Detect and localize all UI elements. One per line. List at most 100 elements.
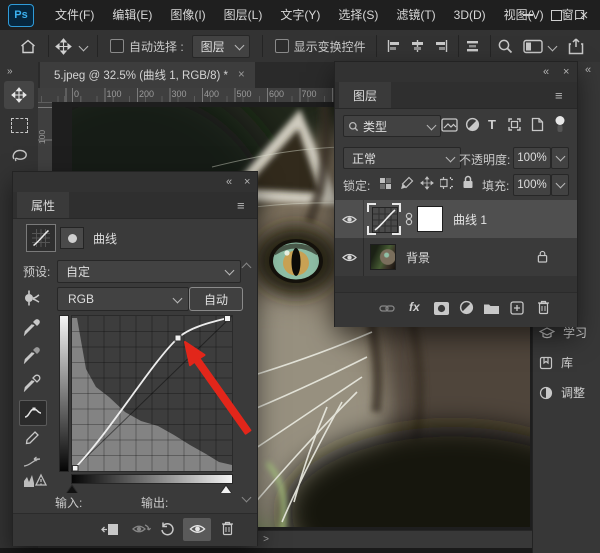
auto-select-target-dropdown[interactable]: 图层 xyxy=(192,35,250,58)
layer-row-background[interactable]: 背景 xyxy=(335,238,577,276)
channel-dropdown[interactable]: RGB xyxy=(57,287,189,311)
menu-3d[interactable]: 3D(D) xyxy=(445,0,495,30)
layer-mask-thumbnail[interactable] xyxy=(417,206,443,232)
menu-image[interactable]: 图像(I) xyxy=(161,0,214,30)
dock-item-libraries[interactable]: 库 xyxy=(539,354,573,371)
black-point-eyedropper-icon[interactable] xyxy=(23,318,41,336)
screen-mode-icon[interactable] xyxy=(523,39,543,54)
preset-dropdown[interactable]: 自定 xyxy=(57,260,241,283)
panel-collapse-icon[interactable]: « xyxy=(226,176,232,188)
tab-properties[interactable]: 属性 xyxy=(17,192,69,218)
new-layer-icon[interactable] xyxy=(510,301,524,315)
toggle-visibility-button[interactable] xyxy=(183,518,211,541)
lock-transparency-icon[interactable] xyxy=(379,177,392,190)
new-adjustment-layer-icon[interactable] xyxy=(459,300,474,315)
menu-file[interactable]: 文件(F) xyxy=(46,0,103,30)
panel-close-icon[interactable]: × xyxy=(244,176,250,188)
distribute-icon[interactable] xyxy=(465,39,480,53)
delete-adjustment-trash-icon[interactable] xyxy=(221,521,234,536)
panel-menu-icon[interactable]: ≡ xyxy=(237,198,245,213)
align-left-edges-icon[interactable] xyxy=(387,39,402,53)
filter-pixel-layers-icon[interactable] xyxy=(441,118,458,132)
curves-adjustment-thumbnail[interactable] xyxy=(367,203,401,235)
layer-filter-type-dropdown[interactable]: 类型 xyxy=(343,115,441,137)
panel-close-icon[interactable]: × xyxy=(563,66,569,78)
move-tool-icon[interactable] xyxy=(55,38,72,55)
delete-layer-trash-icon[interactable] xyxy=(537,300,550,315)
screen-mode-chevron-icon[interactable] xyxy=(547,41,557,51)
opacity-value[interactable]: 100% xyxy=(513,147,551,169)
panel-menu-icon[interactable]: ≡ xyxy=(555,88,563,103)
tools-expand-icon[interactable]: » xyxy=(0,62,38,79)
blend-mode-dropdown[interactable]: 正常 xyxy=(343,147,461,169)
menu-filter[interactable]: 滤镜(T) xyxy=(387,0,444,30)
layer-style-fx-icon[interactable]: fx xyxy=(409,300,420,314)
view-previous-state-icon[interactable] xyxy=(131,522,151,536)
filter-toggle-icon[interactable] xyxy=(554,115,566,134)
reset-adjustment-icon[interactable] xyxy=(160,522,175,537)
dock-collapse-icon[interactable]: « xyxy=(585,64,591,76)
move-tool-chevron-icon[interactable] xyxy=(79,41,89,51)
scroll-up-icon[interactable] xyxy=(242,263,252,273)
auto-select-checkbox[interactable] xyxy=(110,39,124,53)
opacity-dropdown-button[interactable] xyxy=(551,147,569,169)
lock-all-icon[interactable] xyxy=(462,175,474,189)
show-transform-checkbox[interactable] xyxy=(275,39,289,53)
menu-type[interactable]: 文字(Y) xyxy=(271,0,329,30)
auto-button[interactable]: 自动 xyxy=(189,287,243,311)
new-group-folder-icon[interactable] xyxy=(483,302,500,315)
minimize-button[interactable] xyxy=(514,0,542,30)
edit-points-curve-tool[interactable] xyxy=(19,400,47,426)
align-right-edges-icon[interactable] xyxy=(433,39,448,53)
document-tab-close-icon[interactable]: × xyxy=(238,69,245,81)
adjustment-type-label: 曲线 xyxy=(93,230,117,247)
share-export-icon[interactable] xyxy=(568,38,584,55)
home-icon[interactable] xyxy=(20,39,36,54)
layer-name[interactable]: 背景 xyxy=(406,249,430,266)
menu-layer[interactable]: 图层(L) xyxy=(215,0,272,30)
filter-smart-objects-icon[interactable] xyxy=(531,117,544,132)
tool-marquee[interactable] xyxy=(4,111,34,139)
properties-panel-header: « × xyxy=(13,172,257,192)
maximize-button[interactable] xyxy=(542,0,570,30)
shadows-input-slider[interactable] xyxy=(66,484,78,493)
menu-select[interactable]: 选择(S) xyxy=(329,0,387,30)
close-button[interactable]: × xyxy=(570,0,598,30)
tab-layers[interactable]: 图层 xyxy=(339,82,391,108)
gray-point-eyedropper-icon[interactable] xyxy=(23,346,41,364)
targeted-adjustment-icon[interactable] xyxy=(21,289,41,307)
smooth-curve-icon[interactable] xyxy=(22,456,42,469)
background-layer-thumbnail[interactable] xyxy=(370,244,396,270)
fill-value[interactable]: 100% xyxy=(513,174,551,196)
tool-move[interactable] xyxy=(4,81,34,109)
pencil-draw-curve-icon[interactable] xyxy=(25,430,40,445)
fill-dropdown-button[interactable] xyxy=(551,174,569,196)
align-vertical-centers-icon[interactable] xyxy=(410,39,425,53)
lock-position-icon[interactable] xyxy=(420,176,434,190)
zoom-search-icon[interactable] xyxy=(497,38,513,54)
menu-edit[interactable]: 编辑(E) xyxy=(103,0,161,30)
white-point-eyedropper-icon[interactable] xyxy=(23,374,41,392)
add-mask-icon[interactable] xyxy=(433,301,450,316)
filter-text-layers-icon[interactable]: T xyxy=(488,117,496,132)
mask-properties-icon[interactable] xyxy=(60,227,84,249)
filter-adjustment-layers-icon[interactable] xyxy=(465,117,480,132)
layer-visibility-toggle[interactable] xyxy=(335,238,364,276)
dock-item-adjustments[interactable]: 调整 xyxy=(539,384,585,401)
filter-shape-layers-icon[interactable] xyxy=(507,117,522,132)
highlights-input-slider[interactable] xyxy=(220,484,232,493)
layer-row-curves[interactable]: 曲线 1 xyxy=(335,200,577,238)
histogram-warning-icon[interactable] xyxy=(23,473,47,488)
lock-artboard-icon[interactable] xyxy=(440,176,454,190)
tool-lasso[interactable] xyxy=(4,141,34,169)
link-layers-icon[interactable] xyxy=(379,304,395,313)
layer-visibility-toggle[interactable] xyxy=(335,200,364,238)
layer-name[interactable]: 曲线 1 xyxy=(453,211,487,228)
document-tab[interactable]: 5.jpeg @ 32.5% (曲线 1, RGB/8) * × xyxy=(40,62,255,88)
curves-graph[interactable] xyxy=(71,315,233,472)
panel-collapse-icon[interactable]: « xyxy=(543,66,549,78)
lock-pixels-brush-icon[interactable] xyxy=(400,176,414,190)
scroll-down-icon[interactable] xyxy=(242,493,252,503)
status-expand-icon[interactable]: > xyxy=(259,533,273,546)
clip-to-layer-icon[interactable] xyxy=(101,523,119,536)
